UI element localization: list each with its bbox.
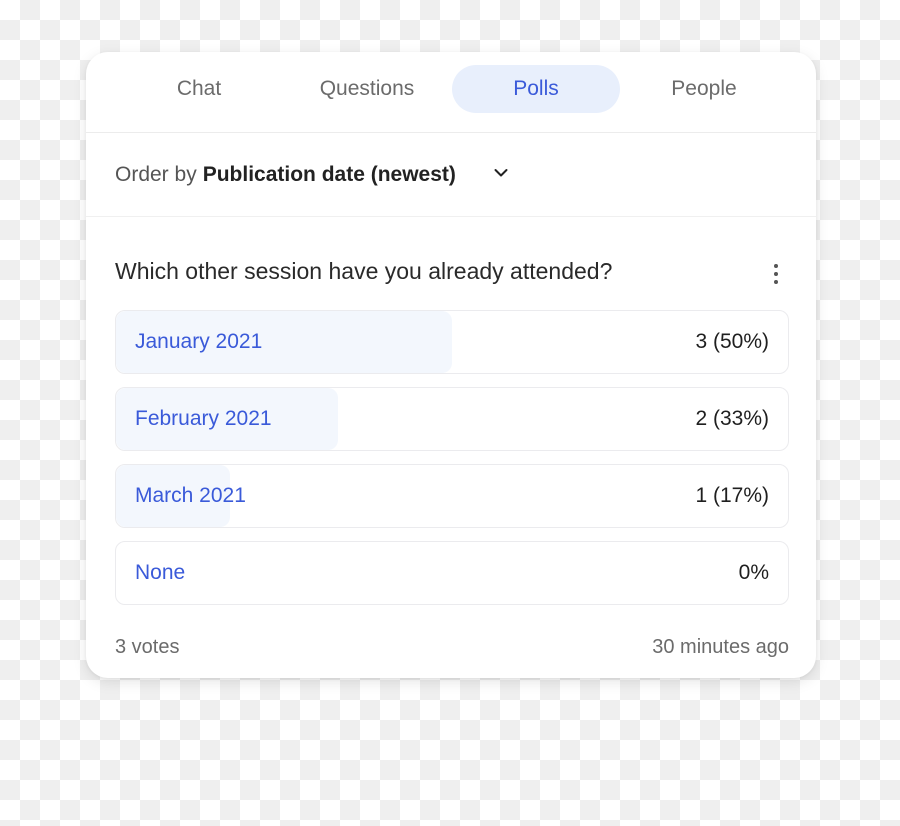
poll-option[interactable]: February 2021 2 (33%) bbox=[115, 387, 789, 451]
tab-questions[interactable]: Questions bbox=[283, 65, 451, 113]
tab-people[interactable]: People bbox=[620, 65, 788, 113]
kebab-menu-icon[interactable] bbox=[768, 260, 784, 288]
option-result: 1 (17%) bbox=[695, 484, 769, 507]
chevron-down-icon[interactable] bbox=[494, 168, 508, 178]
polls-panel: Chat Questions Polls People Order by Pub… bbox=[86, 52, 816, 678]
option-result: 2 (33%) bbox=[695, 407, 769, 430]
option-result: 3 (50%) bbox=[695, 330, 769, 353]
order-bar: Order by Publication date (newest) bbox=[86, 133, 816, 217]
option-result: 0% bbox=[738, 561, 769, 584]
tab-polls[interactable]: Polls bbox=[452, 65, 620, 113]
tab-chat[interactable]: Chat bbox=[115, 65, 283, 113]
order-by-value: Publication date (newest) bbox=[202, 163, 456, 186]
order-by-dropdown[interactable]: Order by Publication date (newest) bbox=[115, 155, 515, 195]
option-label: None bbox=[135, 561, 186, 584]
order-by-label: Order by bbox=[115, 163, 197, 186]
total-votes: 3 votes bbox=[115, 636, 180, 658]
poll-question: Which other session have you already att… bbox=[115, 258, 613, 284]
tab-bar: Chat Questions Polls People bbox=[86, 52, 816, 133]
poll-timestamp: 30 minutes ago bbox=[652, 636, 789, 658]
option-label: March 2021 bbox=[135, 484, 246, 507]
poll-option[interactable]: March 2021 1 (17%) bbox=[115, 464, 789, 528]
option-label: January 2021 bbox=[135, 330, 263, 353]
poll-option[interactable]: None 0% bbox=[115, 541, 789, 605]
option-label: February 2021 bbox=[135, 407, 272, 430]
poll-option[interactable]: January 2021 3 (50%) bbox=[115, 310, 789, 374]
